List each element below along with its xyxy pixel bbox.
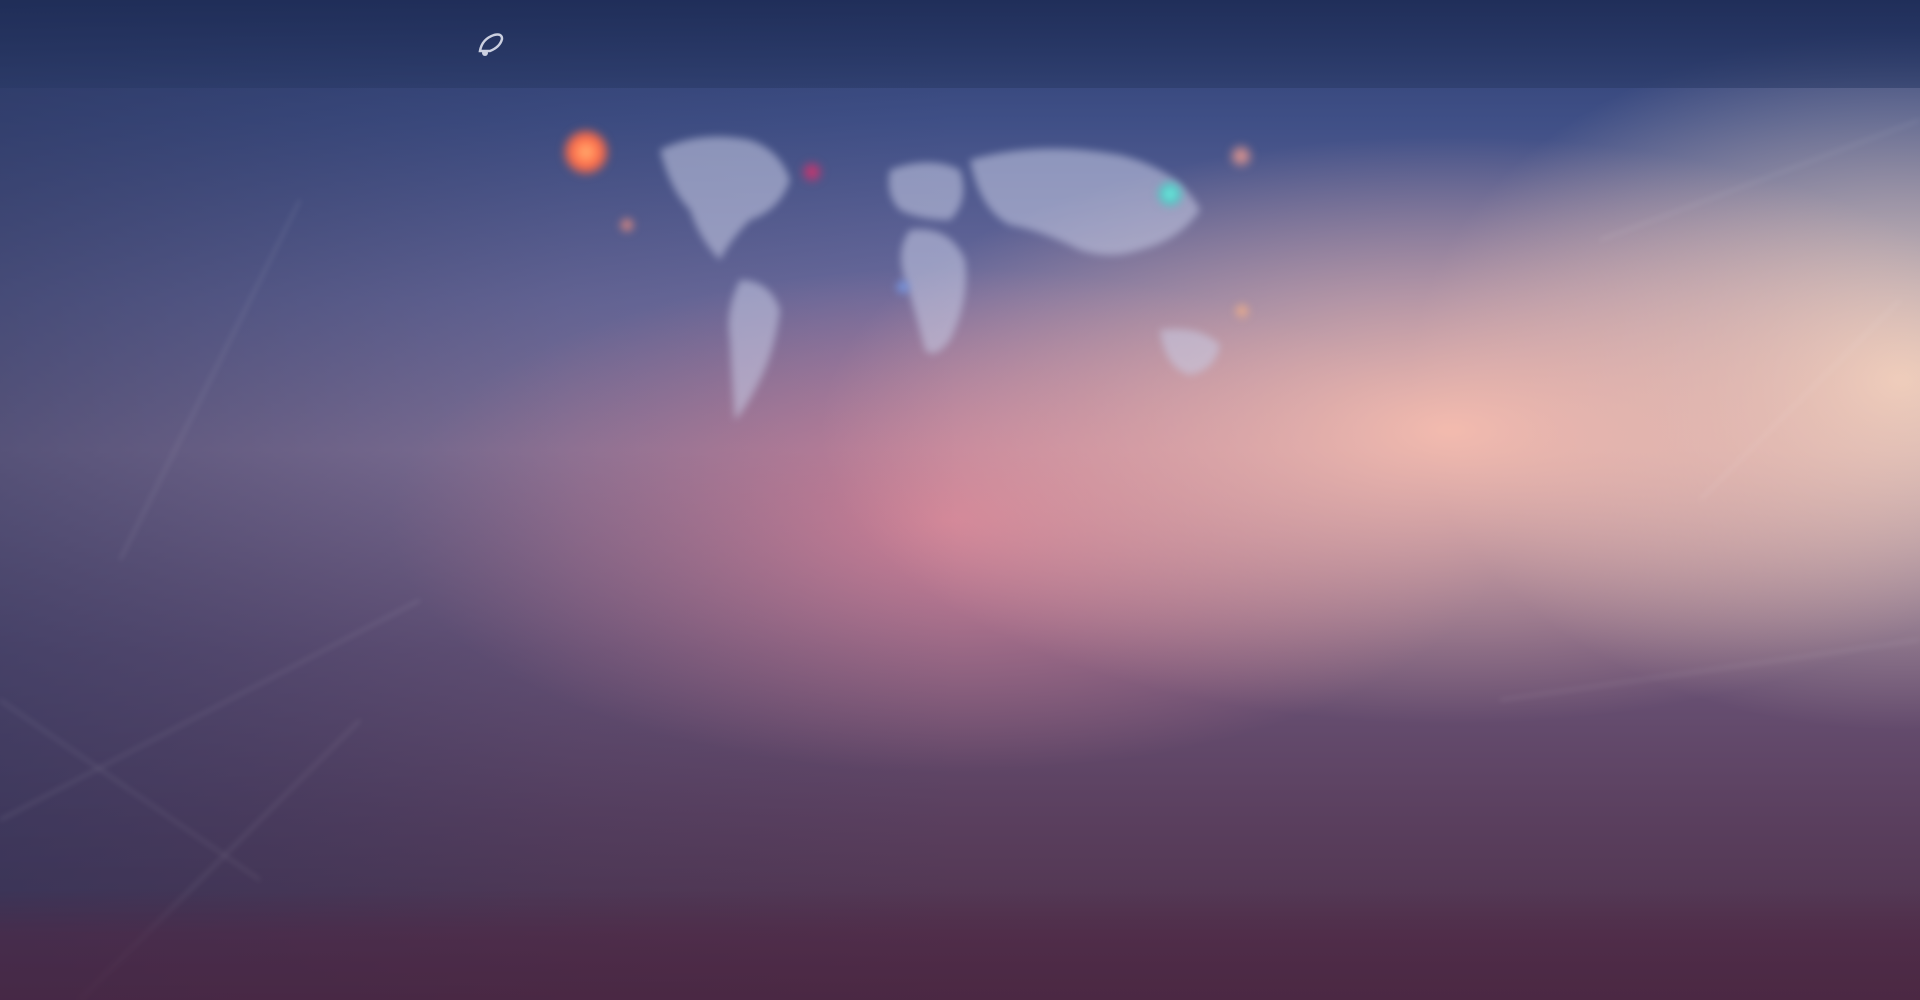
world-map-graphic	[660, 136, 1220, 420]
landing-page	[0, 0, 1920, 1000]
top-navbar	[0, 0, 1920, 88]
hotspot-glow-coral	[1228, 143, 1254, 169]
logo-mark-icon	[478, 33, 504, 56]
hotspot-glow-blue	[894, 278, 912, 296]
hotspot-glow-cyan	[1156, 180, 1184, 208]
hotspot-glow-small-left	[618, 216, 636, 234]
hotspot-glow-large	[562, 128, 610, 176]
hotspot-glow-magenta	[800, 160, 824, 184]
hotspot-glow-small-right	[1233, 302, 1251, 320]
site-logo[interactable]	[476, 26, 516, 62]
